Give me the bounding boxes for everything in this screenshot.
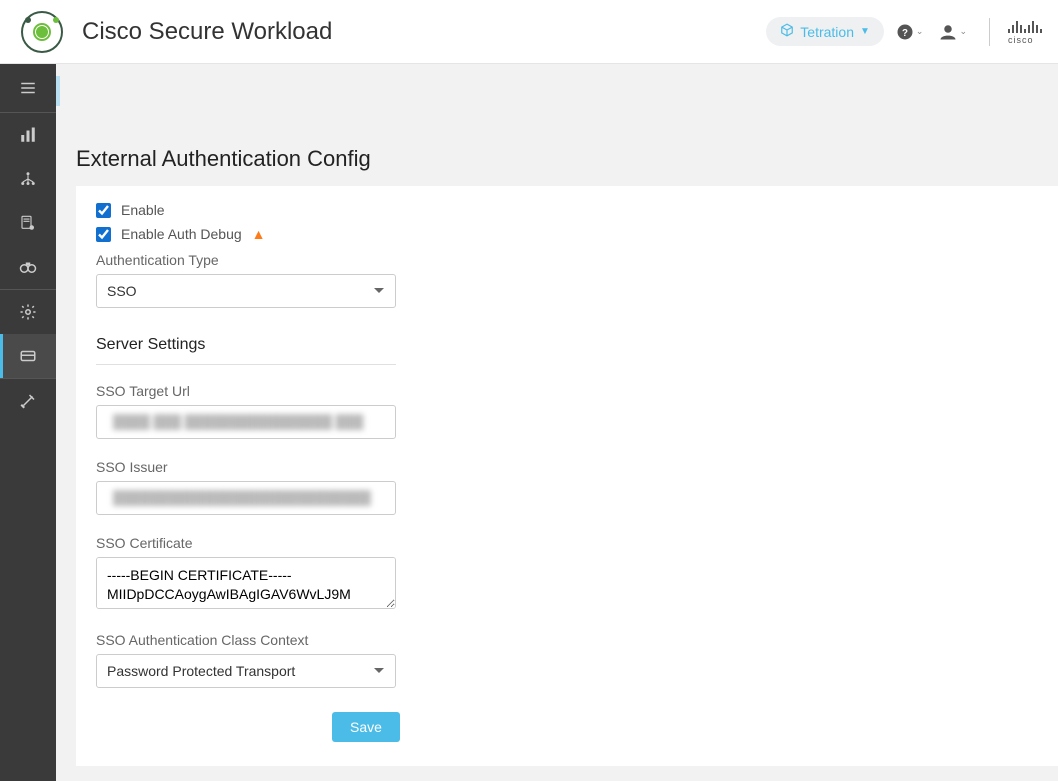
- tools-icon: [19, 392, 37, 410]
- bar-chart-icon: [19, 126, 37, 144]
- caret-down-icon: ⌄: [959, 26, 967, 37]
- cisco-logo: cisco: [1008, 19, 1042, 45]
- sso-target-input[interactable]: ████ ███ ████████████████ ███: [96, 405, 396, 439]
- auth-config-form: Enable Enable Auth Debug ▲ Authenticatio…: [76, 186, 1058, 766]
- topology-icon: [19, 170, 37, 188]
- svg-text:?: ?: [902, 27, 908, 38]
- card-icon: [19, 347, 37, 365]
- sso-cert-textarea[interactable]: [96, 557, 396, 609]
- caret-down-icon: ⌄: [916, 26, 924, 37]
- sidebar-item-search[interactable]: [0, 245, 56, 289]
- help-icon: ?: [896, 23, 914, 41]
- enable-debug-label[interactable]: Enable Auth Debug: [121, 226, 242, 242]
- sidebar-item-inventory[interactable]: [0, 201, 56, 245]
- binoculars-icon: [19, 258, 37, 276]
- user-icon: [939, 23, 957, 41]
- auth-type-label: Authentication Type: [96, 252, 1038, 268]
- content-area: External Authentication Config Enable En…: [56, 64, 1058, 781]
- app-header: Cisco Secure Workload Tetration ▼ ? ⌄ ⌄ …: [0, 0, 1058, 64]
- save-button[interactable]: Save: [332, 712, 400, 742]
- sidebar-item-topology[interactable]: [0, 157, 56, 201]
- tenant-selector[interactable]: Tetration ▼: [766, 17, 884, 46]
- enable-debug-checkbox[interactable]: [96, 227, 111, 242]
- sso-issuer-label: SSO Issuer: [96, 459, 1038, 475]
- accent-bar: [56, 76, 60, 106]
- app-logo: [20, 10, 64, 54]
- gear-icon: [19, 303, 37, 321]
- sidebar-toggle[interactable]: [0, 64, 56, 112]
- divider: [96, 364, 396, 365]
- divider: [989, 18, 990, 46]
- sidebar-item-dashboard[interactable]: [0, 113, 56, 157]
- enable-checkbox[interactable]: [96, 203, 111, 218]
- caret-down-icon: ▼: [860, 26, 870, 37]
- sso-issuer-input[interactable]: ████████████████████████████: [96, 481, 396, 515]
- page-title: External Authentication Config: [56, 106, 1058, 186]
- server-settings-title: Server Settings: [96, 336, 1038, 354]
- help-menu[interactable]: ? ⌄: [892, 19, 928, 45]
- sso-auth-class-select[interactable]: Password Protected Transport: [96, 654, 396, 688]
- app-title: Cisco Secure Workload: [82, 18, 332, 46]
- enable-label[interactable]: Enable: [121, 202, 165, 218]
- sidebar-item-settings[interactable]: [0, 290, 56, 334]
- tenant-label: Tetration: [800, 24, 854, 40]
- warning-icon: ▲: [252, 226, 266, 242]
- server-icon: [19, 214, 37, 232]
- user-menu[interactable]: ⌄: [935, 19, 971, 45]
- sso-auth-class-label: SSO Authentication Class Context: [96, 632, 1038, 648]
- sso-target-label: SSO Target Url: [96, 383, 1038, 399]
- sidebar-item-platform[interactable]: [0, 334, 56, 378]
- sidebar-nav: [0, 64, 56, 781]
- hamburger-icon: [19, 79, 37, 97]
- sso-cert-label: SSO Certificate: [96, 535, 1038, 551]
- sidebar-item-tools[interactable]: [0, 379, 56, 423]
- auth-type-select[interactable]: SSO: [96, 274, 396, 308]
- cube-icon: [780, 23, 794, 40]
